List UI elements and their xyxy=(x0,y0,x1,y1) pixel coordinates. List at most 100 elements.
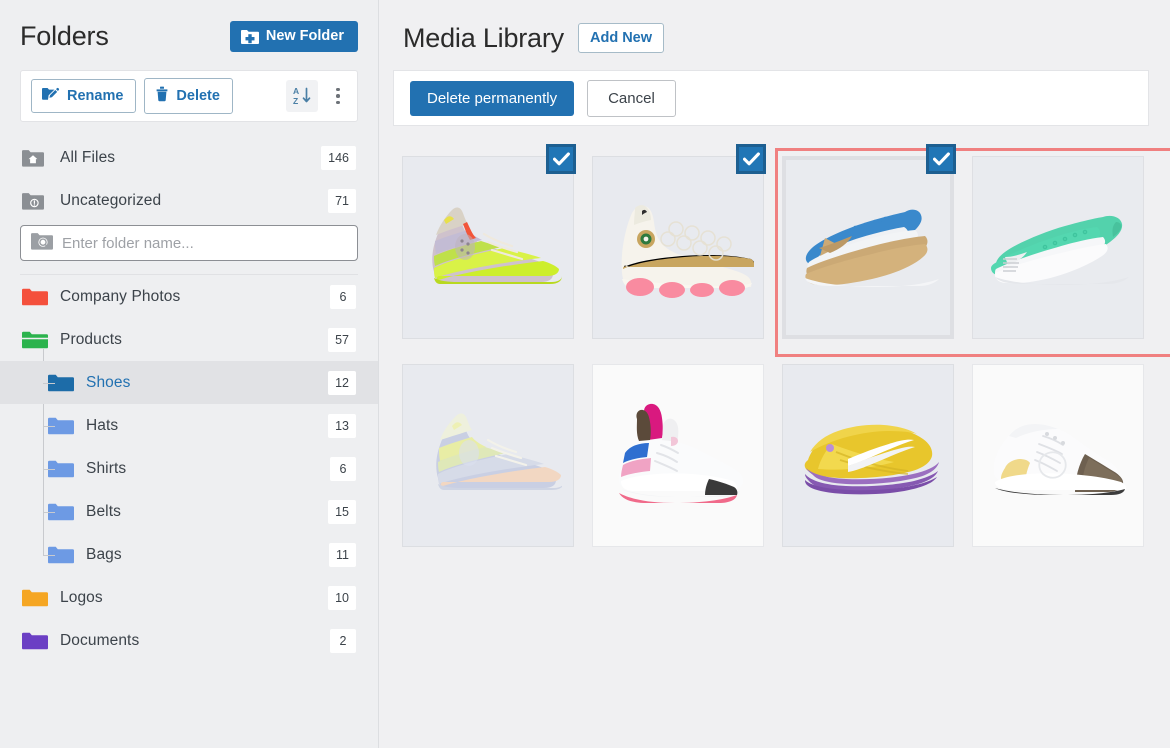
new-folder-label: New Folder xyxy=(265,27,344,44)
media-library-title: Media Library xyxy=(403,23,564,53)
sidebar-item-belts[interactable]: Belts 15 xyxy=(0,490,378,533)
rename-folder-icon xyxy=(42,87,60,105)
sidebar-item-count: 10 xyxy=(328,585,356,610)
sidebar-item-count: 57 xyxy=(328,327,356,352)
sidebar-item-label: Logos xyxy=(60,588,103,606)
media-library-app: Folders New Folder Rename Delete A Z All… xyxy=(0,0,1170,748)
sidebar-item-count: 6 xyxy=(330,284,356,309)
checkbox-checked-icon[interactable] xyxy=(736,144,766,174)
sidebar-item-count: 13 xyxy=(328,413,356,438)
folder-icon xyxy=(22,287,48,307)
media-item[interactable] xyxy=(773,348,963,556)
search-input[interactable] xyxy=(62,234,347,252)
sidebar-item-label: Shirts xyxy=(86,459,127,477)
folder-icon xyxy=(48,502,74,522)
sidebar-item-products[interactable]: Products 57 xyxy=(0,318,378,361)
trash-icon xyxy=(155,86,169,106)
sidebar-item-count: 11 xyxy=(329,542,356,567)
sidebar-item-label: Documents xyxy=(60,631,140,649)
sidebar-item-count: 15 xyxy=(328,499,356,524)
checkbox-checked-icon[interactable] xyxy=(546,144,576,174)
rename-button[interactable]: Rename xyxy=(31,79,137,113)
sidebar-item-count: 2 xyxy=(330,628,356,653)
more-vertical-icon[interactable] xyxy=(328,80,348,112)
jordan13-gold-pink-sneaker-image xyxy=(621,205,754,298)
sidebar-item-label: All Files xyxy=(60,148,116,166)
media-thumbnail xyxy=(972,156,1144,339)
sidebar-item-bags[interactable]: Bags 11 xyxy=(0,533,378,576)
lv-runaway-white-brown-sneaker-image xyxy=(993,423,1127,495)
delete-permanently-button[interactable]: Delete permanently xyxy=(410,80,575,116)
sidebar-item-hats[interactable]: Hats 13 xyxy=(0,404,378,447)
sidebar-item-count: 146 xyxy=(321,145,356,170)
media-header: Media Library Add New xyxy=(379,0,1170,56)
sidebar-item-label: Products xyxy=(60,330,122,348)
media-item[interactable] xyxy=(583,348,773,556)
page-title: Folders xyxy=(20,21,109,51)
folder-open-icon xyxy=(22,330,48,350)
folder-icon xyxy=(48,545,74,565)
sidebar-item-label: Bags xyxy=(86,545,122,563)
sidebar-item-uncategorized[interactable]: Uncategorized 71 xyxy=(0,179,378,222)
media-thumbnail xyxy=(402,156,574,339)
sidebar-item-company-photos[interactable]: Company Photos 6 xyxy=(0,275,378,318)
svg-text:A: A xyxy=(293,86,299,96)
sidebar-item-count: 71 xyxy=(328,188,356,213)
new-folder-icon xyxy=(240,29,259,44)
home-folder-icon xyxy=(22,149,48,167)
sort-az-icon[interactable]: A Z xyxy=(286,80,318,112)
folder-tree: Company Photos 6 Products 57 Shoes 12 Ha… xyxy=(0,275,378,662)
media-item[interactable] xyxy=(963,348,1153,556)
media-item[interactable] xyxy=(393,348,583,556)
media-library-panel: Media Library Add New Delete permanently… xyxy=(379,0,1170,748)
uncategorized-folder-icon xyxy=(22,192,48,210)
sidebar-item-shoes[interactable]: Shoes 12 xyxy=(0,361,378,404)
delete-label: Delete xyxy=(176,87,220,104)
checkbox-checked-icon[interactable] xyxy=(926,144,956,174)
media-item[interactable] xyxy=(583,140,773,348)
media-thumbnail xyxy=(592,364,764,547)
folder-icon xyxy=(48,416,74,436)
sidebar-item-shirts[interactable]: Shirts 6 xyxy=(0,447,378,490)
media-thumbnail xyxy=(592,156,764,339)
folder-toolbar: Rename Delete A Z xyxy=(20,70,358,122)
sidebar-item-label: Shoes xyxy=(86,373,131,391)
sidebar-item-label: Company Photos xyxy=(60,287,181,305)
folder-icon xyxy=(48,373,74,393)
folders-sidebar: Folders New Folder Rename Delete A Z All… xyxy=(0,0,379,748)
media-thumbnail xyxy=(782,364,954,547)
kd12-pastel-sneaker-image xyxy=(436,412,562,490)
metcon-blue-tan-sneaker-image xyxy=(805,209,939,287)
folder-icon xyxy=(48,459,74,479)
media-item[interactable] xyxy=(963,140,1153,348)
sidebar-item-logos[interactable]: Logos 10 xyxy=(0,576,378,619)
media-thumbnail xyxy=(972,364,1144,547)
folder-icon xyxy=(22,588,48,608)
sidebar-item-count: 6 xyxy=(330,456,356,481)
sidebar-item-label: Belts xyxy=(86,502,121,520)
sidebar-item-label: Hats xyxy=(86,416,119,434)
add-new-button[interactable]: Add New xyxy=(577,22,665,54)
media-item[interactable] xyxy=(393,140,583,348)
lv-archlight-pink-blue-sneaker-image xyxy=(618,403,744,503)
sidebar-item-documents[interactable]: Documents 2 xyxy=(0,619,378,662)
cancel-button[interactable]: Cancel xyxy=(587,79,676,117)
media-grid xyxy=(379,140,1170,556)
folder-search-icon xyxy=(31,232,53,255)
bulk-actions-toolbar: Delete permanently Cancel xyxy=(393,70,1149,126)
folder-icon xyxy=(22,631,48,651)
sidebar-item-label: Uncategorized xyxy=(60,191,162,209)
sidebar-item-count: 12 xyxy=(328,370,356,395)
rename-label: Rename xyxy=(67,87,124,104)
delete-button[interactable]: Delete xyxy=(144,78,233,114)
kd-yellow-purple-sneaker-image xyxy=(804,424,939,494)
new-folder-button[interactable]: New Folder xyxy=(229,20,358,52)
folder-search-box[interactable] xyxy=(20,225,358,261)
folder-list: All Files 146 Uncategorized 71 Enter fol… xyxy=(0,136,378,662)
media-thumbnail xyxy=(402,364,574,547)
media-thumbnail xyxy=(782,156,954,339)
sidebar-item-all-files[interactable]: All Files 146 xyxy=(0,136,378,179)
kd12-multicolor-sneaker-image xyxy=(432,207,562,284)
svg-text:Z: Z xyxy=(293,96,298,106)
media-item-active[interactable] xyxy=(773,140,963,348)
